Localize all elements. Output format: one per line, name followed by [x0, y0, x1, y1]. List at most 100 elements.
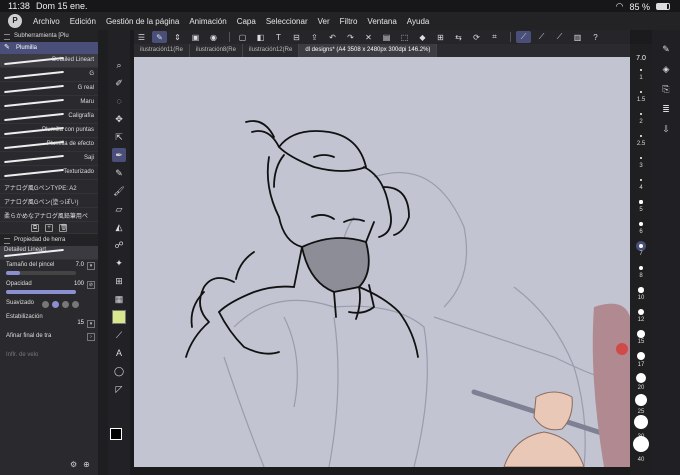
layer-move-icon[interactable]: ⇱ — [112, 130, 126, 144]
star-icon[interactable]: ✦ — [112, 256, 126, 270]
flip-icon[interactable]: ⇆ — [451, 31, 466, 43]
layer-property-icon[interactable]: ≣ — [659, 102, 673, 116]
save-icon[interactable]: ⊟ — [289, 31, 304, 43]
menu-ayuda[interactable]: Ayuda — [402, 17, 435, 26]
speed-row[interactable]: Inflr. de velo — [0, 350, 98, 369]
brush-size-dot[interactable] — [640, 91, 642, 93]
delete-subtool-icon[interactable]: 🗑 — [59, 223, 68, 232]
brush-texturizado[interactable]: Texturizado — [0, 166, 98, 180]
material-icon[interactable]: ⇩ — [659, 122, 673, 136]
drawing-canvas[interactable] — [134, 57, 630, 467]
selection-icon[interactable]: ⬚ — [397, 31, 412, 43]
brush-size-dot[interactable] — [638, 287, 644, 293]
fill-color-icon[interactable] — [112, 310, 126, 324]
brush-analog-pencil[interactable]: 柔らかめなアナログ風鉛筆用ペ — [0, 208, 98, 222]
brush-size-dot[interactable] — [633, 436, 649, 452]
blend-icon[interactable]: ☍ — [112, 238, 126, 252]
figure-icon[interactable]: ⟋ — [112, 328, 126, 342]
layer-icon[interactable]: ◧ — [253, 31, 268, 43]
menu-seleccionar[interactable]: Seleccionar — [261, 17, 313, 26]
bucket-icon[interactable]: ◭ — [112, 220, 126, 234]
pencil-icon[interactable]: ✎ — [112, 166, 126, 180]
hamburger-menu-icon[interactable]: ☰ — [134, 31, 149, 43]
tab-ilustracion8[interactable]: ilustración8(Re — [190, 44, 243, 57]
pen-icon[interactable]: ✒ — [112, 148, 126, 162]
menu-ventana[interactable]: Ventana — [362, 17, 401, 26]
history-icon[interactable]: ⎘ — [659, 82, 673, 96]
pen-pressure-icon[interactable]: ⟋ — [534, 31, 549, 43]
anti-alias-medium[interactable] — [62, 301, 69, 308]
zoom-icon[interactable]: ⊕ — [83, 460, 90, 469]
menu-capa[interactable]: Capa — [232, 17, 261, 26]
menu-gestion-pagina[interactable]: Gestión de la página — [101, 17, 184, 26]
export-icon[interactable]: ⇪ — [307, 31, 322, 43]
eyedropper-icon[interactable]: ✐ — [112, 76, 126, 90]
brush-size-dot[interactable] — [638, 265, 644, 271]
menu-edicion[interactable]: Edición — [65, 17, 101, 26]
brush-size-dot[interactable] — [634, 393, 648, 407]
text-tool-icon[interactable]: A — [112, 346, 126, 360]
brush-size-dot[interactable] — [639, 156, 643, 160]
subtool-panel-title[interactable]: Subherramienta [Plu — [0, 30, 98, 42]
settings-icon[interactable]: ⚙ — [70, 460, 77, 469]
panel-divider[interactable] — [98, 30, 108, 475]
brush-size-dot[interactable] — [636, 351, 646, 361]
text-icon[interactable]: T — [271, 31, 286, 43]
anti-alias-strong[interactable] — [72, 301, 79, 308]
color-swatch[interactable] — [110, 428, 128, 446]
balloon-icon[interactable]: ◯ — [112, 364, 126, 378]
fill-icon[interactable]: ◆ — [415, 31, 430, 43]
anti-alias-weak[interactable] — [52, 301, 59, 308]
brush-size-dot[interactable] — [639, 178, 643, 182]
transform-icon[interactable]: ⊞ — [433, 31, 448, 43]
brush-g-real[interactable]: G real — [0, 82, 98, 96]
correct-line-icon[interactable]: ◸ — [112, 382, 126, 396]
brush-size-dot[interactable] — [639, 134, 643, 138]
brush-size-dot[interactable] — [640, 113, 642, 115]
menu-filtro[interactable]: Filtro — [335, 17, 363, 26]
stabilization-row[interactable]: Estabilización 15 ▾ — [0, 312, 98, 331]
app-logo-icon[interactable]: P — [8, 14, 22, 28]
redo-icon[interactable]: ↷ — [343, 31, 358, 43]
add-subtool-icon[interactable]: + — [45, 223, 53, 232]
view-icon[interactable]: ◉ — [206, 31, 221, 43]
clipboard-icon[interactable]: ▥ — [570, 31, 585, 43]
new-canvas-icon[interactable]: ▢ — [235, 31, 250, 43]
tab-ilustracion12[interactable]: ilustración12(Re — [243, 44, 300, 57]
stroke-icon[interactable]: ⟋ — [516, 31, 531, 43]
subtool-group-plumilla[interactable]: Plumilla — [0, 42, 98, 54]
pen-tool-icon[interactable]: ✎ — [152, 31, 167, 43]
brush-size-dot[interactable] — [636, 373, 646, 383]
brush-analog-g-thick[interactable]: アナログ風Gペン(塗っぽい) — [0, 194, 98, 208]
layers-icon[interactable]: ◈ — [659, 62, 673, 76]
brush-saji[interactable]: Saji — [0, 152, 98, 166]
anti-alias-options[interactable] — [42, 301, 79, 308]
brush-size-dot[interactable] — [639, 200, 643, 204]
copy-subtool-icon[interactable]: ⧉ — [31, 223, 39, 232]
delete-icon[interactable]: ✕ — [361, 31, 376, 43]
brush-size-dot[interactable] — [638, 243, 644, 249]
brush-stroke-icon[interactable]: ⟋ — [552, 31, 567, 43]
rotate-icon[interactable]: ⟳ — [469, 31, 484, 43]
brush-icon[interactable]: 🖌 — [112, 184, 126, 198]
brush-g[interactable]: G — [0, 68, 98, 82]
clear-icon[interactable]: ▤ — [379, 31, 394, 43]
brush-settings-icon[interactable]: ✎ — [659, 42, 673, 56]
tool-property-title[interactable]: Propiedad de herra — [0, 234, 98, 246]
anti-alias-row[interactable]: Suavizado — [0, 298, 98, 312]
brush-size-dot[interactable] — [637, 308, 645, 316]
menu-animacion[interactable]: Animación — [184, 17, 231, 26]
eraser-icon[interactable]: ▱ — [112, 202, 126, 216]
opacity-lock-icon[interactable]: ⊘ — [87, 281, 95, 289]
move-icon[interactable]: ✥ — [112, 112, 126, 126]
brush-shape-icon[interactable]: ▣ — [188, 31, 203, 43]
tab-ilustracion11[interactable]: ilustración11(Re — [134, 44, 190, 57]
brush-analog-g-a2[interactable]: アナログ風GペンTYPE: A2 — [0, 180, 98, 194]
menu-archivo[interactable]: Archivo — [28, 17, 65, 26]
brush-plumilla-puntas[interactable]: Plumilla con puntas — [0, 124, 98, 138]
taper-toggle-icon[interactable]: › — [87, 333, 95, 341]
lasso-icon[interactable]: ◌ — [112, 94, 126, 108]
gradient-icon[interactable]: ▦ — [112, 292, 126, 306]
help-icon[interactable]: ? — [588, 31, 603, 43]
brush-detailed-lineart[interactable]: Detailed Lineart — [0, 54, 98, 68]
